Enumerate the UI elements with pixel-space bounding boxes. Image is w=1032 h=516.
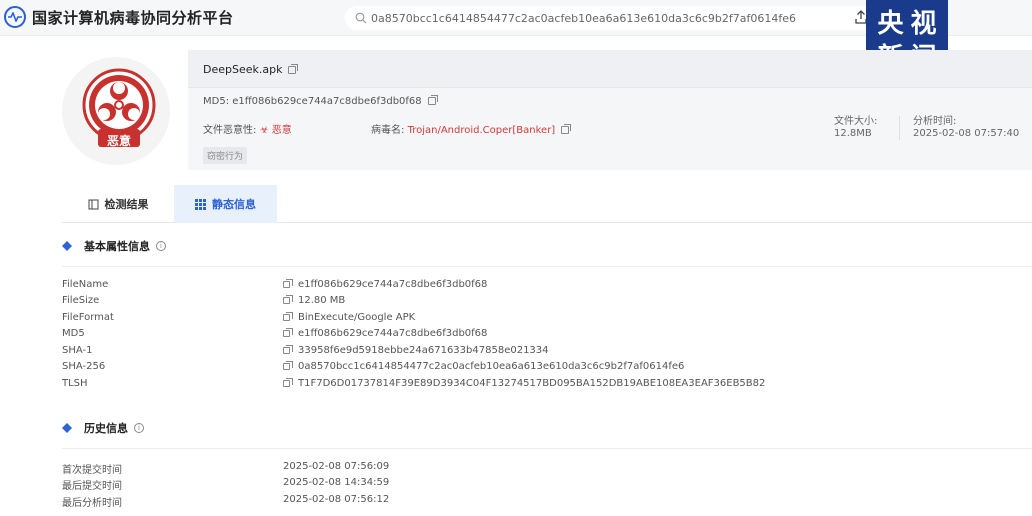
- attr-value-text: e1ff086b629ce744a7c8dbe6f3db0f68: [298, 328, 488, 339]
- copy-icon[interactable]: [283, 344, 293, 354]
- virus-name: 病毒名: Trojan/Android.Coper[Banker]: [371, 121, 572, 136]
- attr-value: T1F7D6D01737814F39E89D3934C04F13274517BD…: [283, 377, 766, 389]
- file-size-value: 12.8MB: [834, 128, 872, 139]
- grid-icon: [195, 198, 206, 210]
- history-value: 2025-02-08 07:56:12: [283, 494, 390, 505]
- section-title: 基本属性信息: [84, 240, 150, 253]
- info-icon[interactable]: i: [134, 423, 144, 433]
- file-summary-panel: DeepSeek.apk MD5: e1ff086b629ce744a7c8db…: [188, 50, 1032, 170]
- divider: [899, 116, 900, 140]
- biohazard-small-icon: ☣: [259, 125, 269, 136]
- watermark-char: 央: [877, 9, 904, 39]
- info-icon[interactable]: i: [156, 241, 166, 251]
- md5-value: e1ff086b629ce744a7c8dbe6f3db0f68: [232, 96, 422, 107]
- history-value: 2025-02-08 07:56:09: [283, 461, 390, 472]
- attr-value-text: 0a8570bcc1c6414854477c2ac0acfeb10ea6a613…: [298, 361, 685, 372]
- attr-value: 12.80 MB: [283, 294, 346, 306]
- file-name-text: DeepSeek.apk: [203, 63, 283, 76]
- maliciousness-value: 恶意: [271, 125, 292, 136]
- copy-icon[interactable]: [283, 311, 293, 321]
- attr-key: SHA-1: [62, 345, 93, 356]
- copy-icon[interactable]: [283, 278, 293, 288]
- analysis-time-label: 分析时间:: [913, 116, 957, 127]
- attr-value: 33958f6e9d5918ebbe24a671633b47858e021334: [283, 344, 549, 356]
- tab-label: 检测结果: [104, 198, 149, 211]
- section-basic-attributes: 基本属性信息 i: [62, 238, 166, 254]
- attr-value-text: T1F7D6D01737814F39E89D3934C04F13274517BD…: [298, 378, 766, 389]
- attr-value: 0a8570bcc1c6414854477c2ac0acfeb10ea6a613…: [283, 360, 685, 372]
- md5-label: MD5:: [203, 96, 230, 107]
- summary-md5: MD5: e1ff086b629ce744a7c8dbe6f3db0f68: [203, 95, 438, 107]
- attr-key: MD5: [62, 328, 85, 339]
- copy-icon[interactable]: [561, 124, 572, 134]
- watermark-char: 视: [910, 9, 937, 39]
- copy-icon[interactable]: [283, 294, 293, 304]
- divider: [62, 266, 1032, 267]
- attr-value-text: 33958f6e9d5918ebbe24a671633b47858e021334: [298, 345, 549, 356]
- copy-icon[interactable]: [283, 327, 293, 337]
- section-marker-icon: [62, 241, 72, 251]
- analysis-time: 分析时间: 2025-02-08 07:57:40: [913, 116, 1019, 140]
- attr-value-text: e1ff086b629ce744a7c8dbe6f3db0f68: [298, 279, 488, 290]
- search-icon: [355, 12, 367, 24]
- platform-logo-icon: [4, 6, 26, 28]
- maliciousness-label: 文件恶意性:: [203, 125, 257, 136]
- virus-name-label: 病毒名:: [371, 125, 405, 136]
- threat-badge-label: 恶意: [107, 134, 132, 148]
- tab-detection-results[interactable]: 检测结果: [62, 185, 174, 223]
- attr-value: e1ff086b629ce744a7c8dbe6f3db0f68: [283, 327, 488, 339]
- copy-icon[interactable]: [288, 64, 299, 74]
- attr-value-text: 12.80 MB: [298, 295, 346, 306]
- copy-icon[interactable]: [283, 360, 293, 370]
- attr-key: FileFormat: [62, 312, 114, 323]
- copy-icon[interactable]: [283, 377, 293, 387]
- search-input[interactable]: 0a8570bcc1c6414854477c2ac0acfeb10ea6a613…: [371, 12, 796, 25]
- file-size-label: 文件大小:: [834, 116, 878, 127]
- attr-value: e1ff086b629ce744a7c8dbe6f3db0f68: [283, 278, 488, 290]
- virus-name-value: Trojan/Android.Coper[Banker]: [407, 125, 556, 136]
- history-value: 2025-02-08 14:34:59: [283, 477, 390, 488]
- brand[interactable]: 国家计算机病毒协同分析平台: [4, 6, 234, 28]
- tab-static-info[interactable]: 静态信息: [174, 185, 277, 223]
- copy-icon[interactable]: [427, 95, 438, 105]
- attr-key: TLSH: [62, 378, 88, 389]
- section-history: 历史信息 i: [62, 420, 144, 436]
- attr-key: FileName: [62, 279, 109, 290]
- section-title: 历史信息: [84, 422, 128, 435]
- attr-key: FileSize: [62, 295, 100, 306]
- summary-header: DeepSeek.apk: [188, 50, 1032, 88]
- file-name: DeepSeek.apk: [203, 63, 299, 76]
- app-title: 国家计算机病毒协同分析平台: [32, 8, 234, 27]
- analysis-time-value: 2025-02-08 07:57:40: [913, 128, 1020, 139]
- behavior-tag[interactable]: 窃密行为: [203, 147, 248, 164]
- attr-value-text: BinExecute/Google APK: [298, 312, 416, 323]
- attr-value: BinExecute/Google APK: [283, 311, 416, 323]
- divider: [62, 448, 1032, 449]
- document-icon: [88, 199, 98, 209]
- search-bar[interactable]: 0a8570bcc1c6414854477c2ac0acfeb10ea6a613…: [345, 6, 880, 30]
- section-marker-icon: [62, 423, 72, 433]
- history-key: 最后分析时间: [62, 498, 122, 509]
- tab-label: 静态信息: [212, 198, 256, 211]
- attr-key: SHA-256: [62, 361, 106, 372]
- history-key: 首次提交时间: [62, 465, 122, 476]
- history-key: 最后提交时间: [62, 481, 122, 492]
- maliciousness: 文件恶意性: ☣ 恶意: [203, 121, 292, 136]
- file-size: 文件大小: 12.8MB: [834, 116, 877, 140]
- tab-bar: 检测结果 静态信息: [62, 185, 1032, 223]
